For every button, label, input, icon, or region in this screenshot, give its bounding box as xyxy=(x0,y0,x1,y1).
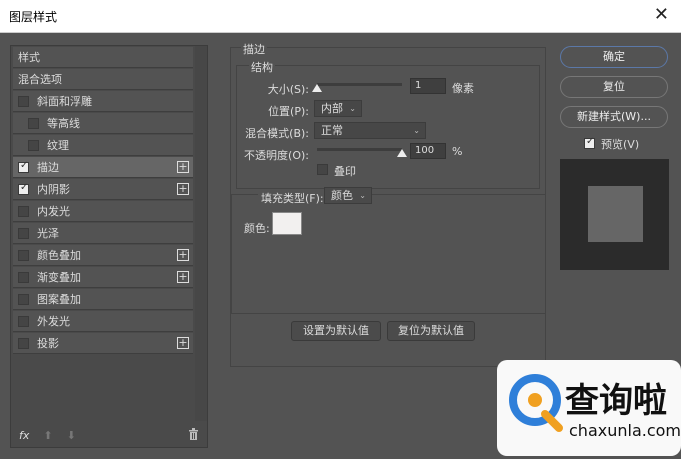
position-select[interactable]: 内部 ⌄ xyxy=(314,100,362,117)
size-input[interactable]: 1 xyxy=(410,78,446,94)
style-checkbox[interactable] xyxy=(28,117,39,129)
style-item-label: 等高线 xyxy=(47,117,80,130)
opacity-slider[interactable] xyxy=(317,148,402,151)
style-checkbox[interactable] xyxy=(18,293,29,305)
add-icon[interactable]: + xyxy=(177,337,189,349)
stroke-title: 描边 xyxy=(241,41,267,57)
opacity-label: 不透明度(O): xyxy=(244,149,309,162)
opacity-input[interactable]: 100 xyxy=(410,143,446,159)
blend-mode-value: 正常 xyxy=(321,124,343,137)
style-checkbox[interactable] xyxy=(18,249,29,261)
fill-type-group: 填充类型(F): 颜色 ⌄ 颜色: xyxy=(231,187,546,314)
style-item[interactable]: 等高线 xyxy=(13,113,193,134)
set-default-button[interactable]: 设置为默认值 xyxy=(291,321,381,341)
svg-text:查询啦: 查询啦 xyxy=(565,381,667,421)
chevron-down-icon: ⌄ xyxy=(359,191,366,200)
style-item-label: 内阴影 xyxy=(37,183,70,196)
fill-type-value: 颜色 xyxy=(331,189,353,202)
style-item[interactable]: 图案叠加 xyxy=(13,289,193,310)
blend-mode-select[interactable]: 正常 ⌄ xyxy=(314,122,426,139)
title-bar: 图层样式 ✕ xyxy=(0,0,681,33)
style-item-label: 渐变叠加 xyxy=(37,271,81,284)
opacity-slider-thumb[interactable] xyxy=(397,149,407,157)
preview-square xyxy=(588,186,643,242)
overprint-label: 叠印 xyxy=(334,165,356,178)
reset-default-button[interactable]: 复位为默认值 xyxy=(387,321,475,341)
size-slider[interactable] xyxy=(317,83,402,86)
style-item-label: 图案叠加 xyxy=(37,293,81,306)
fill-type-select[interactable]: 颜色 ⌄ xyxy=(324,187,372,204)
style-item[interactable]: 混合选项 xyxy=(13,69,193,90)
add-icon[interactable]: + xyxy=(177,161,189,173)
styles-footer: fx ⬆ ⬇ xyxy=(11,423,207,447)
watermark-logo: 查询啦 chaxunla.com xyxy=(497,360,681,456)
style-checkbox[interactable] xyxy=(18,205,29,217)
style-item-label: 外发光 xyxy=(37,315,70,328)
style-item[interactable]: 内阴影 + xyxy=(13,179,193,200)
style-item[interactable]: 纹理 xyxy=(13,135,193,156)
style-checkbox[interactable] xyxy=(18,95,29,107)
size-slider-thumb[interactable] xyxy=(312,84,322,92)
style-item[interactable]: 斜面和浮雕 xyxy=(13,91,193,112)
style-checkbox[interactable] xyxy=(28,139,39,151)
color-swatch[interactable] xyxy=(272,212,302,235)
style-item-label: 光泽 xyxy=(37,227,59,240)
size-unit: 像素 xyxy=(452,82,474,95)
style-item[interactable]: 渐变叠加 + xyxy=(13,267,193,288)
add-icon[interactable]: + xyxy=(177,183,189,195)
position-value: 内部 xyxy=(321,102,343,115)
chevron-down-icon: ⌄ xyxy=(413,126,420,135)
style-checkbox[interactable] xyxy=(18,315,29,327)
style-item-label: 纹理 xyxy=(47,139,69,152)
style-item-label: 斜面和浮雕 xyxy=(37,95,92,108)
style-item[interactable]: 光泽 xyxy=(13,223,193,244)
ok-button[interactable]: 确定 xyxy=(560,46,668,68)
dialog-title: 图层样式 xyxy=(9,10,58,24)
reset-button[interactable]: 复位 xyxy=(560,76,668,98)
style-item[interactable]: 样式 xyxy=(13,47,193,68)
add-icon[interactable]: + xyxy=(177,271,189,283)
style-item[interactable]: 颜色叠加 + xyxy=(13,245,193,266)
style-item[interactable]: 描边 + xyxy=(13,157,193,178)
stroke-panel: 描边 结构 大小(S): 1 像素 位置(P): 内部 ⌄ 混合模式(B): 正常… xyxy=(230,41,546,367)
style-item-label: 投影 xyxy=(37,337,59,350)
trash-icon[interactable] xyxy=(188,428,199,443)
style-item[interactable]: 外发光 xyxy=(13,311,193,332)
style-checkbox[interactable] xyxy=(18,337,29,349)
scrollbar[interactable] xyxy=(195,46,207,421)
preview-checkbox[interactable] xyxy=(584,136,595,149)
move-down-icon[interactable]: ⬇ xyxy=(67,429,76,442)
fx-button[interactable]: fx xyxy=(19,429,29,442)
structure-title: 结构 xyxy=(249,59,275,75)
position-label: 位置(P): xyxy=(268,105,309,118)
fill-type-label: 填充类型(F): xyxy=(258,190,327,206)
svg-text:chaxunla.com: chaxunla.com xyxy=(569,421,681,440)
overprint-checkbox[interactable] xyxy=(317,164,328,175)
style-preview xyxy=(560,159,669,270)
style-checkbox[interactable] xyxy=(18,160,29,173)
style-item[interactable]: 投影 + xyxy=(13,333,193,354)
add-icon[interactable]: + xyxy=(177,249,189,261)
opacity-unit: % xyxy=(452,145,463,158)
preview-label: 预览(V) xyxy=(601,138,640,151)
close-icon[interactable]: ✕ xyxy=(654,4,669,25)
styles-list: fx ⬆ ⬇ 样式混合选项斜面和浮雕等高线纹理描边 + 内阴影 + 内发光光泽颜色叠加 +… xyxy=(10,45,208,448)
style-item-label: 内发光 xyxy=(37,205,70,218)
style-item-label: 颜色叠加 xyxy=(37,249,81,262)
style-item-label: 样式 xyxy=(18,51,40,64)
style-checkbox[interactable] xyxy=(18,227,29,239)
move-up-icon[interactable]: ⬆ xyxy=(43,429,52,442)
style-checkbox[interactable] xyxy=(18,271,29,283)
color-label: 颜色: xyxy=(244,222,270,235)
style-checkbox[interactable] xyxy=(18,182,29,195)
blend-mode-label: 混合模式(B): xyxy=(245,127,309,140)
structure-group: 结构 大小(S): 1 像素 位置(P): 内部 ⌄ 混合模式(B): 正常 ⌄ 不… xyxy=(236,59,540,189)
size-label: 大小(S): xyxy=(267,83,309,96)
style-item-label: 混合选项 xyxy=(18,73,62,86)
style-item-label: 描边 xyxy=(37,161,59,174)
new-style-button[interactable]: 新建样式(W)... xyxy=(560,106,668,128)
chevron-down-icon: ⌄ xyxy=(349,104,356,113)
style-item[interactable]: 内发光 xyxy=(13,201,193,222)
